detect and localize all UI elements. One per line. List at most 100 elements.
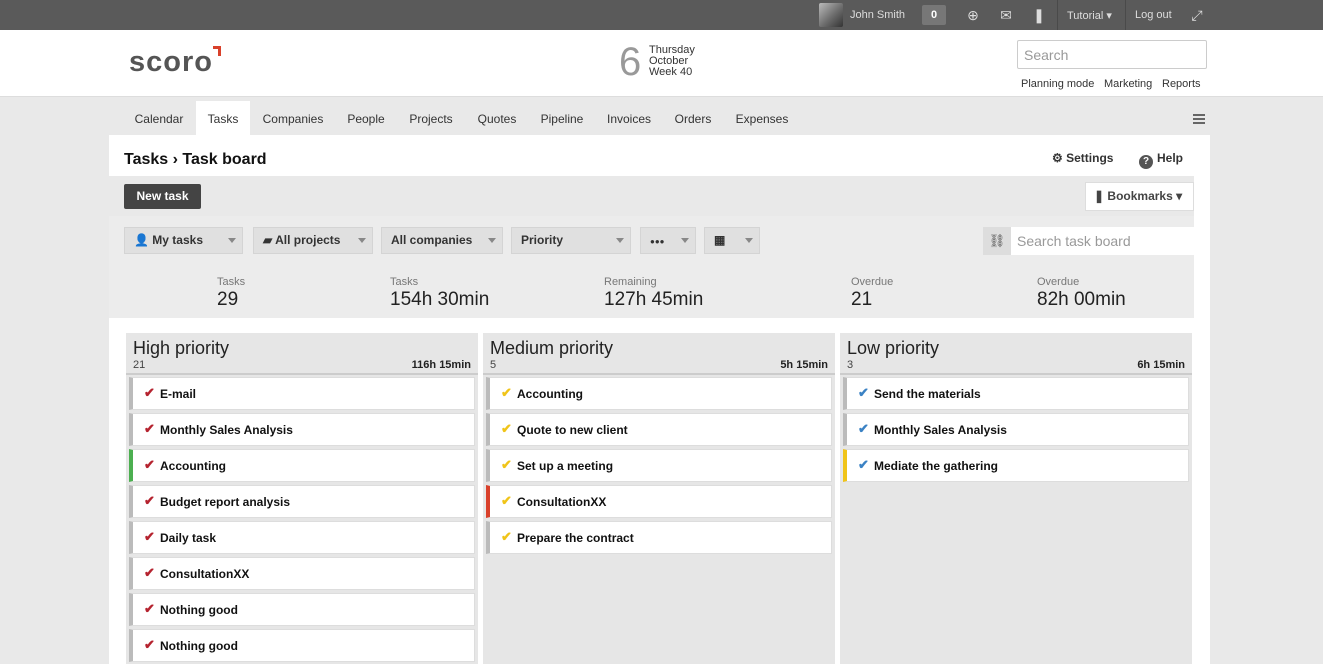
column-title: Low priority [847, 338, 940, 358]
column-header: High priority 21 116h 15min [126, 333, 478, 375]
task-card[interactable]: ✔ Mediate the gathering [843, 449, 1189, 482]
bookmark-icon[interactable]: ❚ [1030, 6, 1048, 24]
add-icon[interactable]: ⊕ [964, 6, 982, 24]
check-icon[interactable]: ✔ [144, 457, 155, 473]
tab-invoices[interactable]: Invoices [600, 101, 658, 135]
more-filter[interactable]: ●●● [640, 227, 696, 254]
tab-people[interactable]: People [340, 101, 392, 135]
search-task-board-input[interactable] [1011, 227, 1194, 255]
column-high-priority: High priority 21 116h 15min ✔ E-mail ✔ Mont… [126, 333, 478, 664]
task-card[interactable]: ✔ Nothing good [129, 629, 475, 662]
help-icon: ? [1139, 155, 1153, 169]
planning-mode-link[interactable]: Planning mode [1021, 78, 1094, 90]
column-header: Low priority 3 6h 15min [840, 333, 1192, 375]
tab-quotes[interactable]: Quotes [470, 101, 524, 135]
tab-pipeline[interactable]: Pipeline [534, 101, 590, 135]
main-nav: Calendar Tasks Companies People Projects… [0, 97, 1323, 135]
task-title: Accounting [517, 387, 583, 401]
tab-expenses[interactable]: Expenses [728, 101, 796, 135]
reports-link[interactable]: Reports [1162, 78, 1201, 90]
date-day: 6 [619, 40, 642, 84]
task-card[interactable]: ✔ Prepare the contract [486, 521, 832, 554]
task-card[interactable]: ✔ ConsultationXX [129, 557, 475, 590]
columns-settings-filter[interactable]: ▦ [704, 227, 760, 254]
hamburger-menu-icon[interactable] [1193, 114, 1205, 124]
check-icon[interactable]: ✔ [501, 385, 512, 401]
stat-tasks-time: Tasks 154h 30min [390, 276, 489, 311]
task-card[interactable]: ✔ Set up a meeting [486, 449, 832, 482]
task-card[interactable]: ✔ Accounting [129, 449, 475, 482]
stat-value: 21 [851, 289, 873, 310]
my-tasks-label: My tasks [152, 233, 203, 247]
briefcase-icon: ▰ [263, 233, 273, 247]
check-icon[interactable]: ✔ [144, 565, 155, 581]
fullscreen-icon[interactable]: ⤢ [1188, 6, 1206, 24]
task-card[interactable]: ✔ Monthly Sales Analysis [843, 413, 1189, 446]
tab-companies[interactable]: Companies [254, 101, 332, 135]
chevron-down-icon [358, 238, 366, 243]
task-title: Budget report analysis [160, 495, 291, 509]
check-icon[interactable]: ✔ [858, 457, 869, 473]
task-title: Set up a meeting [517, 459, 614, 473]
column-title: High priority [133, 338, 230, 358]
date-week: Week 40 [649, 66, 693, 78]
task-card[interactable]: ✔ ConsultationXX [486, 485, 832, 518]
column-low-priority: Low priority 3 6h 15min ✔ Send the materi… [840, 333, 1192, 664]
check-icon[interactable]: ✔ [501, 421, 512, 437]
marketing-link[interactable]: Marketing [1104, 78, 1152, 90]
stat-overdue-count: Overdue 21 [851, 276, 893, 311]
notification-count[interactable]: 0 [922, 5, 946, 25]
tutorial-menu[interactable]: Tutorial ▾ [1067, 9, 1112, 22]
all-companies-filter[interactable]: All companies [381, 227, 503, 254]
check-icon[interactable]: ✔ [858, 385, 869, 401]
column-count: 3 [847, 359, 854, 371]
task-card[interactable]: ✔ Send the materials [843, 377, 1189, 410]
global-search-input[interactable] [1017, 40, 1207, 69]
all-companies-label: All companies [391, 233, 473, 247]
chevron-down-icon [228, 238, 236, 243]
stat-overdue-time: Overdue 82h 00min [1037, 276, 1126, 311]
task-card[interactable]: ✔ Quote to new client [486, 413, 832, 446]
check-icon[interactable]: ✔ [144, 493, 155, 509]
my-tasks-filter[interactable]: 👤 My tasks [124, 227, 243, 254]
task-card[interactable]: ✔ Accounting [486, 377, 832, 410]
tab-calendar[interactable]: Calendar [124, 101, 194, 135]
priority-filter[interactable]: Priority [511, 227, 631, 254]
new-task-button[interactable]: New task [124, 184, 201, 209]
tab-orders[interactable]: Orders [668, 101, 718, 135]
task-card[interactable]: ✔ E-mail [129, 377, 475, 410]
divider [1125, 0, 1126, 30]
check-icon[interactable]: ✔ [501, 529, 512, 545]
check-icon[interactable]: ✔ [858, 421, 869, 437]
check-icon[interactable]: ✔ [501, 457, 512, 473]
all-projects-filter[interactable]: ▰ All projects [253, 227, 373, 254]
gear-icon: ⚙ [1052, 151, 1063, 165]
logout-link[interactable]: Log out [1135, 9, 1172, 21]
table-settings-icon: ▦ [714, 233, 726, 247]
check-icon[interactable]: ✔ [144, 601, 155, 617]
task-card[interactable]: ✔ Nothing good [129, 593, 475, 626]
filter-toolbar: 👤 My tasks ▰ All projects All companies … [109, 216, 1194, 266]
bookmarks-button[interactable]: ❚ Bookmarks ▾ [1085, 182, 1194, 211]
check-icon[interactable]: ✔ [144, 637, 155, 653]
check-icon[interactable]: ✔ [501, 493, 512, 509]
task-card[interactable]: ✔ Daily task [129, 521, 475, 554]
help-button[interactable]: ? Help [1139, 151, 1183, 169]
mail-icon[interactable]: ✉ [997, 6, 1015, 24]
tab-projects[interactable]: Projects [402, 101, 460, 135]
task-title: ConsultationXX [160, 567, 250, 581]
settings-button[interactable]: ⚙ Settings [1052, 151, 1113, 165]
logo[interactable]: scoro [129, 46, 213, 79]
stat-label: Tasks [390, 276, 419, 288]
link-icon[interactable]: ⛓ [983, 227, 1011, 255]
task-card[interactable]: ✔ Budget report analysis [129, 485, 475, 518]
tab-tasks[interactable]: Tasks [196, 101, 250, 135]
avatar[interactable] [819, 3, 843, 27]
user-name[interactable]: John Smith [850, 9, 905, 21]
check-icon[interactable]: ✔ [144, 421, 155, 437]
check-icon[interactable]: ✔ [144, 385, 155, 401]
task-card[interactable]: ✔ Monthly Sales Analysis [129, 413, 475, 446]
action-toolbar: New task ❚ Bookmarks ▾ [109, 176, 1194, 216]
stat-value: 154h 30min [390, 289, 490, 310]
check-icon[interactable]: ✔ [144, 529, 155, 545]
